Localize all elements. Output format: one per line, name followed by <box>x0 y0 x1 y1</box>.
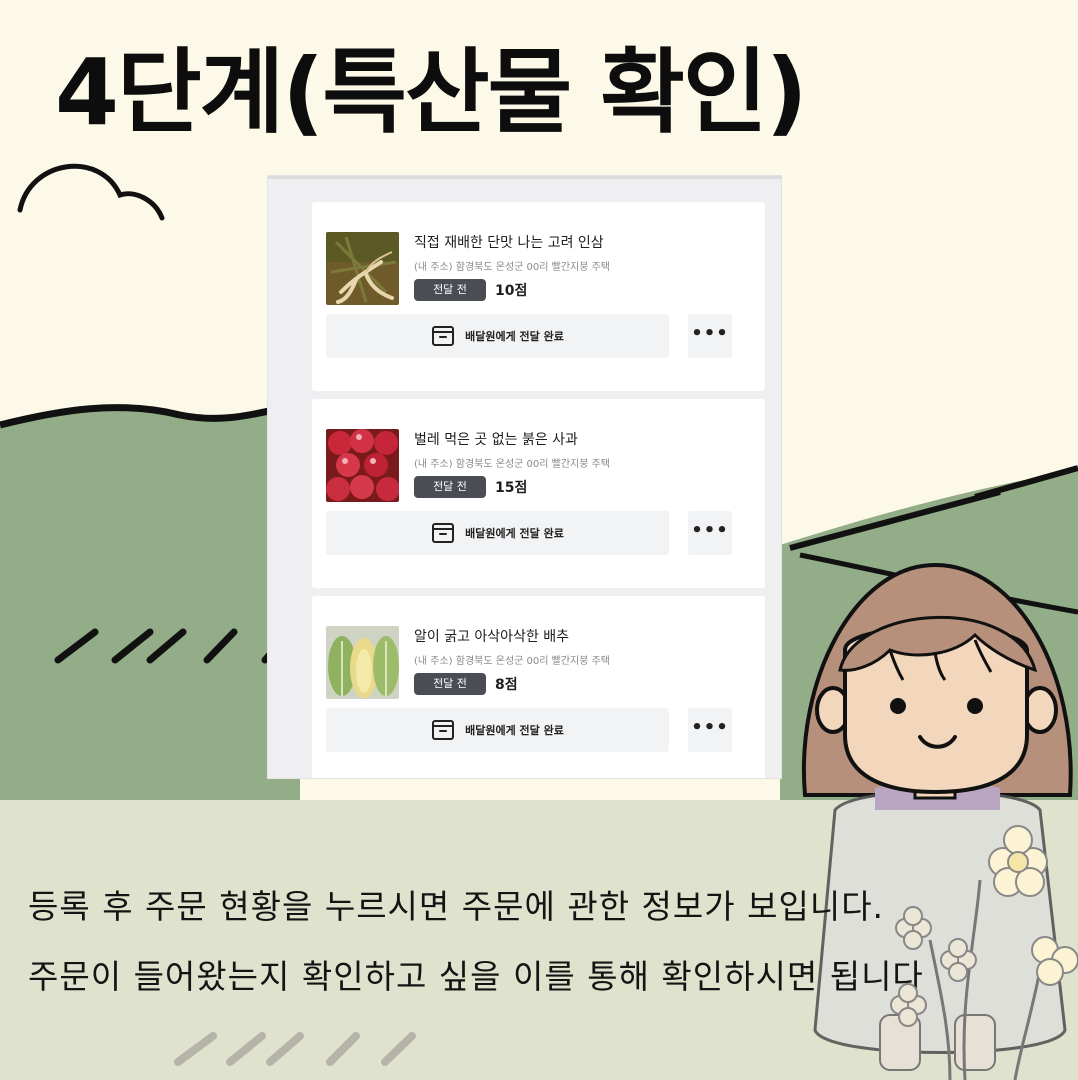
points-value: 15점 <box>495 480 528 496</box>
flower-decoration <box>890 825 1078 1080</box>
points-value: 8점 <box>495 677 518 693</box>
more-options-button[interactable]: ••• <box>688 314 732 358</box>
screen-top-divider <box>268 176 781 179</box>
status-badge: 전달 전 <box>414 279 486 301</box>
deliver-complete-label: 배달원에게 전달 완료 <box>465 330 564 343</box>
box-icon <box>432 720 455 740</box>
more-dots-icon: ••• <box>691 717 729 738</box>
order-card: 벌레 먹은 곳 없는 붉은 사과 (내 주소) 함경북도 온성군 00리 빨간지… <box>312 399 765 588</box>
product-name: 벌레 먹은 곳 없는 붉은 사과 <box>414 432 578 448</box>
status-badge: 전달 전 <box>414 476 486 498</box>
delivery-address: (내 주소) 함경북도 온성군 00리 빨간지붕 주택 <box>414 656 610 667</box>
caption-line-2: 주문이 들어왔는지 확인하고 싶을 이를 통해 확인하시면 됩니다 <box>28 957 924 996</box>
box-icon <box>432 326 455 346</box>
ginseng-photo <box>326 232 399 305</box>
box-icon <box>432 523 455 543</box>
more-dots-icon: ••• <box>691 323 729 344</box>
deliver-complete-button[interactable]: 배달원에게 전달 완료 <box>326 314 669 358</box>
more-dots-icon: ••• <box>691 520 729 541</box>
order-card: 알이 굵고 아삭아삭한 배추 (내 주소) 함경북도 온성군 00리 빨간지붕 … <box>312 596 765 778</box>
deliver-complete-label: 배달원에게 전달 완료 <box>465 527 564 540</box>
deliver-complete-label: 배달원에게 전달 완료 <box>465 724 564 737</box>
hills <box>0 405 300 800</box>
apple-photo <box>326 429 399 502</box>
delivery-address: (내 주소) 함경북도 온성군 00리 빨간지붕 주택 <box>414 262 610 273</box>
order-card: 직접 재배한 단맛 나는 고려 인삼 (내 주소) 함경북도 온성군 00리 빨… <box>312 202 765 391</box>
deliver-complete-button[interactable]: 배달원에게 전달 완료 <box>326 511 669 555</box>
delivery-address: (내 주소) 함경북도 온성군 00리 빨간지붕 주택 <box>414 459 610 470</box>
order-status-screen: 직접 재배한 단맛 나는 고려 인삼 (내 주소) 함경북도 온성군 00리 빨… <box>268 176 781 778</box>
product-name: 직접 재배한 단맛 나는 고려 인삼 <box>414 235 604 251</box>
product-name: 알이 굵고 아삭아삭한 배추 <box>414 629 570 645</box>
more-options-button[interactable]: ••• <box>688 708 732 752</box>
more-options-button[interactable]: ••• <box>688 511 732 555</box>
status-badge: 전달 전 <box>414 673 486 695</box>
caption-line-1: 등록 후 주문 현황을 누르시면 주문에 관한 정보가 보입니다. <box>28 887 885 926</box>
points-value: 10점 <box>495 283 528 299</box>
deliver-complete-button[interactable]: 배달원에게 전달 완료 <box>326 708 669 752</box>
cabbage-photo <box>326 626 399 699</box>
page-title: 4단계(특산물 확인) <box>55 39 808 146</box>
